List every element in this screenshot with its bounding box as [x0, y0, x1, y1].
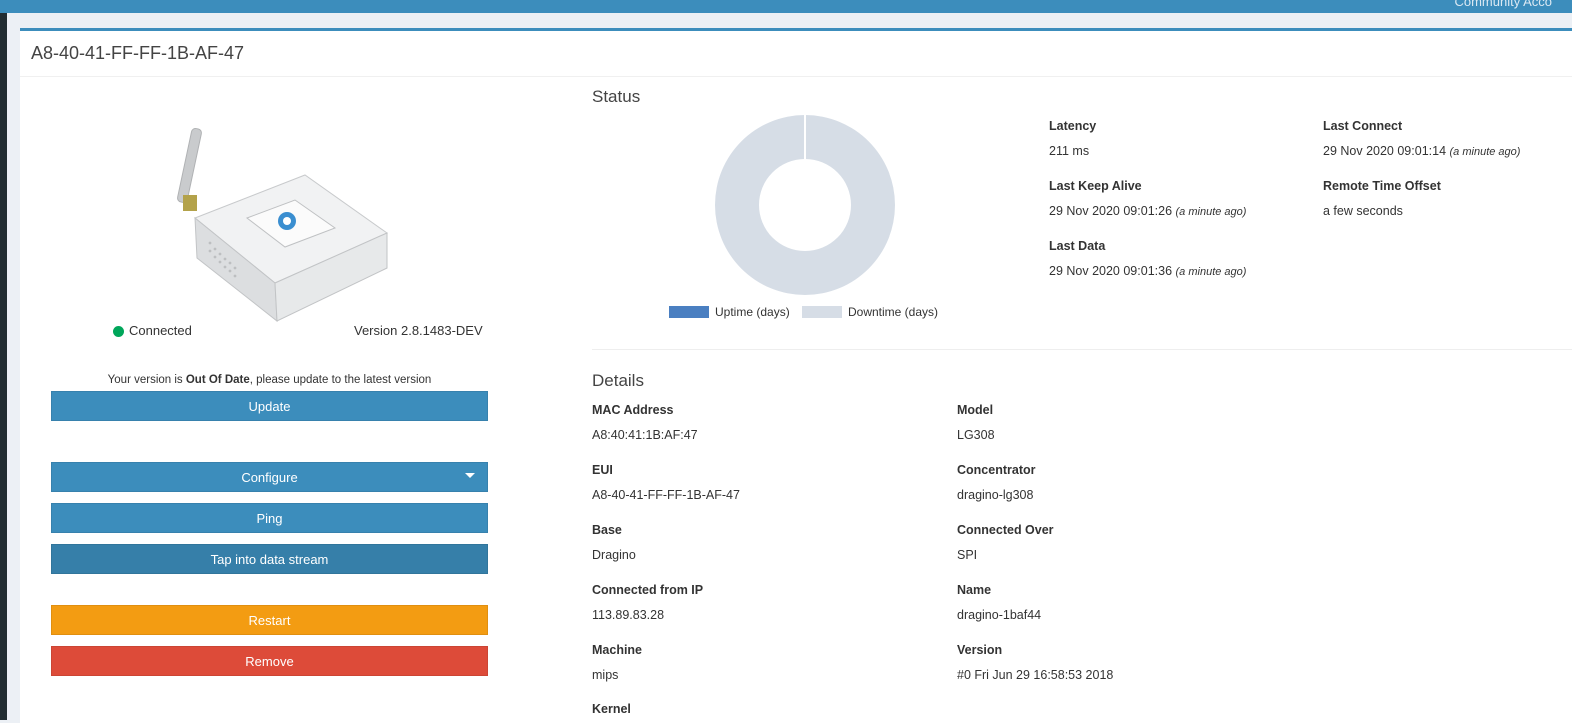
remove-button[interactable]: Remove	[51, 646, 488, 676]
eui-value: A8-40-41-FF-FF-1B-AF-47	[592, 488, 740, 502]
legend-downtime: Downtime (days)	[802, 305, 938, 319]
status-title: Status	[592, 87, 641, 106]
last-data-value: 29 Nov 2020 09:01:36 (a minute ago)	[1049, 264, 1246, 278]
top-navbar: Community Acco	[0, 0, 1572, 13]
remote-offset-value: a few seconds	[1323, 204, 1403, 218]
connected-over-label: Connected Over	[957, 523, 1054, 537]
restart-button-label: Restart	[248, 612, 291, 628]
last-connect-date: 29 Nov 2020 09:01:14	[1323, 144, 1447, 158]
concentrator-value: dragino-lg308	[957, 488, 1034, 502]
ping-button[interactable]: Ping	[51, 503, 488, 533]
caret-down-icon	[465, 473, 475, 478]
legend-downtime-swatch	[802, 306, 842, 318]
legend-uptime-label: Uptime (days)	[715, 305, 790, 319]
last-data-label: Last Data	[1049, 239, 1106, 253]
machine-value: mips	[592, 668, 619, 682]
ip-label: Connected from IP	[592, 583, 704, 597]
uptime-donut-chart	[715, 115, 895, 295]
latency-value: 211 ms	[1049, 144, 1090, 158]
legend-uptime-swatch	[669, 306, 709, 318]
remove-button-label: Remove	[245, 653, 294, 669]
base-value: Dragino	[592, 548, 636, 562]
last-data-ago: (a minute ago)	[1175, 266, 1247, 278]
last-keep-alive-date: 29 Nov 2020 09:01:26	[1049, 204, 1173, 218]
latency-label: Latency	[1049, 119, 1097, 133]
machine-label: Machine	[592, 643, 643, 657]
connected-over-value: SPI	[957, 548, 978, 562]
restart-button[interactable]: Restart	[51, 605, 488, 635]
connection-status: Connected	[129, 323, 192, 338]
sidebar-edge	[0, 13, 7, 720]
eui-label: EUI	[592, 463, 613, 477]
last-connect-value: 29 Nov 2020 09:01:14 (a minute ago)	[1323, 144, 1520, 158]
update-notice-suffix: , please update to the latest version	[249, 374, 432, 386]
base-label: Base	[592, 523, 622, 537]
kernel-label: Kernel	[592, 702, 631, 716]
details-title: Details	[592, 371, 644, 390]
section-divider	[592, 349, 1572, 350]
header-divider	[20, 76, 1572, 77]
last-data-date: 29 Nov 2020 09:01:36	[1049, 264, 1173, 278]
name-label: Name	[957, 583, 992, 597]
update-notice-strong: Out Of Date	[185, 374, 250, 386]
remote-offset-label: Remote Time Offset	[1323, 179, 1441, 193]
last-connect-ago: (a minute ago)	[1449, 146, 1521, 158]
account-menu[interactable]: Community Acco	[1454, 0, 1552, 9]
update-notice: Your version is Out Of Date, please upda…	[51, 374, 488, 386]
tap-button-label: Tap into data stream	[210, 551, 329, 567]
name-value: dragino-1baf44	[957, 608, 1042, 622]
model-value: LG308	[957, 428, 995, 442]
gateway-device-image	[177, 127, 389, 323]
last-connect-label: Last Connect	[1323, 119, 1403, 133]
update-button[interactable]: Update	[51, 391, 488, 421]
update-button-label: Update	[248, 398, 291, 414]
last-keep-alive-ago: (a minute ago)	[1175, 206, 1247, 218]
gateway-panel: A8-40-41-FF-FF-1B-AF-47 Connected Versio…	[20, 28, 1572, 723]
version-label: Version	[957, 643, 1003, 657]
last-keep-alive-label: Last Keep Alive	[1049, 179, 1142, 193]
version-value: #0 Fri Jun 29 16:58:53 2018	[957, 668, 1114, 682]
connected-status-icon	[113, 326, 124, 337]
last-keep-alive-value: 29 Nov 2020 09:01:26 (a minute ago)	[1049, 204, 1246, 218]
tap-data-stream-button[interactable]: Tap into data stream	[51, 544, 488, 574]
mac-value: A8:40:41:1B:AF:47	[592, 428, 698, 442]
concentrator-label: Concentrator	[957, 463, 1036, 477]
configure-button-label: Configure	[241, 469, 298, 485]
firmware-version: Version 2.8.1483-DEV	[354, 323, 483, 338]
ip-value: 113.89.83.28	[592, 608, 665, 622]
ping-button-label: Ping	[256, 510, 283, 526]
model-label: Model	[957, 403, 994, 417]
page-title: A8-40-41-FF-FF-1B-AF-47	[31, 43, 245, 63]
legend-uptime: Uptime (days)	[669, 305, 790, 319]
update-notice-prefix: Your version is	[107, 374, 186, 386]
mac-label: MAC Address	[592, 403, 674, 417]
configure-button[interactable]: Configure	[51, 462, 488, 492]
legend-downtime-label: Downtime (days)	[848, 305, 939, 319]
